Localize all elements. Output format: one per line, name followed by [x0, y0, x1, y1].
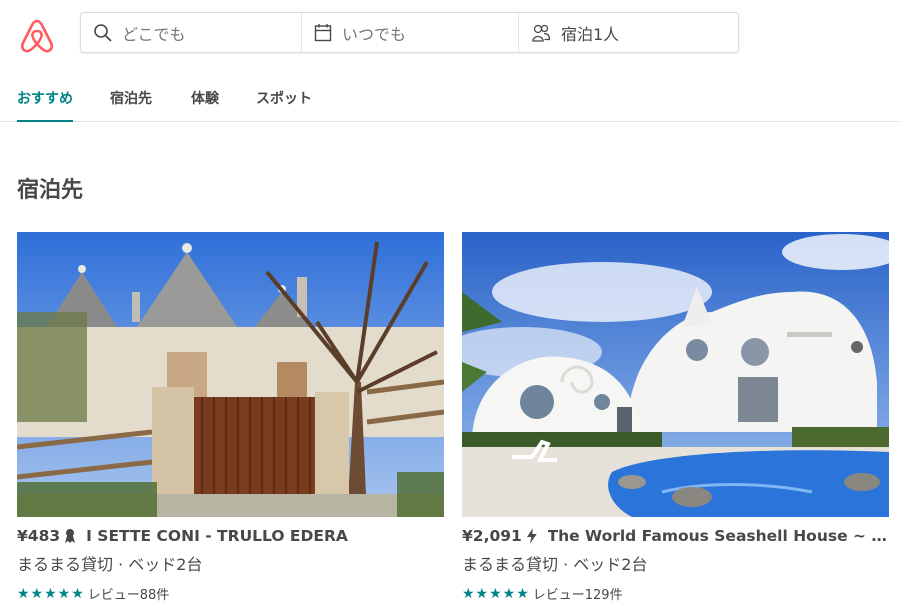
- trophy-icon: [65, 529, 76, 543]
- guests-field[interactable]: 宿泊1人: [518, 13, 738, 52]
- guests-icon: [532, 24, 551, 42]
- tab-recommended[interactable]: おすすめ: [17, 88, 73, 122]
- listing-header: ¥483 I SETTE CONI - TRULLO EDERA: [17, 527, 444, 545]
- review-count: レビュー129件: [532, 588, 623, 603]
- section-title: 宿泊先: [17, 178, 84, 203]
- airbnb-logo-icon[interactable]: [17, 16, 57, 56]
- listing-price: ¥2,091: [462, 527, 522, 545]
- listing-title: The World Famous Seashell House ~ C…: [547, 527, 889, 545]
- listing-photo-trullo[interactable]: [17, 232, 444, 517]
- star-rating-icon: ★★★★★: [17, 585, 85, 602]
- header: どこでも いつでも 宿泊1人: [0, 0, 900, 66]
- dates-placeholder: いつでも: [342, 24, 407, 44]
- listing-rating: ★★★★★ レビュー88件: [17, 584, 444, 604]
- where-placeholder: どこでも: [122, 24, 186, 44]
- review-count: レビュー88件: [87, 588, 170, 603]
- listing-card[interactable]: ¥2,091 The World Famous Seashell House ~…: [462, 232, 889, 603]
- instant-book-icon: [526, 528, 537, 544]
- listing-price: ¥483: [17, 527, 61, 545]
- star-rating-icon: ★★★★★: [462, 585, 530, 602]
- listing-header: ¥2,091 The World Famous Seashell House ~…: [462, 527, 889, 545]
- tab-stays[interactable]: 宿泊先: [110, 88, 152, 122]
- dates-field[interactable]: いつでも: [301, 13, 518, 52]
- tab-experiences[interactable]: 体験: [191, 88, 219, 122]
- tab-places[interactable]: スポット: [256, 88, 312, 122]
- listing-rating: ★★★★★ レビュー129件: [462, 584, 889, 604]
- where-field[interactable]: どこでも: [81, 13, 301, 52]
- search-bar[interactable]: どこでも いつでも 宿泊1人: [80, 12, 739, 53]
- search-icon: [94, 24, 112, 42]
- listing-photo-seashell-house[interactable]: [462, 232, 889, 517]
- listing-details: まるまる貸切 · ベッド2台: [462, 555, 648, 574]
- listing-card[interactable]: ¥483 I SETTE CONI - TRULLO EDERA まるまる貸切 …: [17, 232, 444, 603]
- category-tabs: おすすめ 宿泊先 体験 スポット: [0, 72, 900, 122]
- guests-value: 宿泊1人: [561, 24, 620, 44]
- listing-title: I SETTE CONI - TRULLO EDERA: [86, 527, 348, 545]
- calendar-icon: [314, 24, 332, 42]
- listing-details: まるまる貸切 · ベッド2台: [17, 555, 203, 574]
